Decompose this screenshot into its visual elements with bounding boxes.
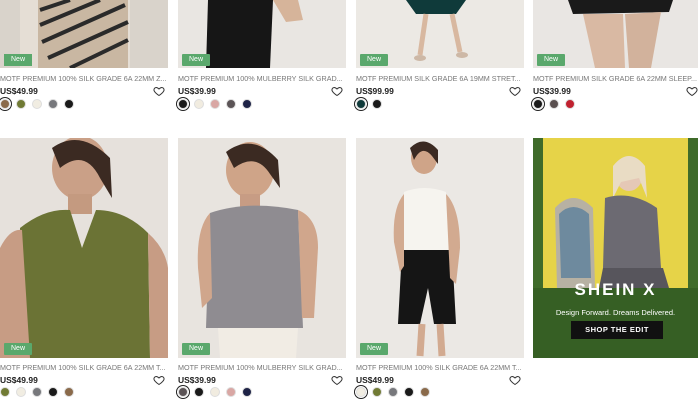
- product-price: US$39.99: [178, 86, 216, 96]
- color-swatch[interactable]: [0, 99, 10, 109]
- product-title[interactable]: MOTF PREMIUM 100% MULBERRY SILK GRAD...: [178, 74, 346, 83]
- product-card[interactable]: New MOTF PREMIUM 100% SILK GRADE 6A 22MM…: [0, 0, 168, 112]
- shop-the-edit-button[interactable]: SHOP THE EDIT: [571, 321, 663, 339]
- heart-icon[interactable]: [153, 374, 165, 386]
- promo-tagline: Design Forward. Dreams Delivered.: [555, 308, 676, 317]
- heart-icon[interactable]: [686, 85, 698, 97]
- color-swatch[interactable]: [404, 387, 414, 397]
- color-swatch[interactable]: [194, 99, 204, 109]
- product-title[interactable]: MOTF PREMIUM 100% MULBERRY SILK GRAD...: [178, 363, 346, 372]
- product-image[interactable]: New: [533, 0, 698, 68]
- new-badge: New: [182, 54, 211, 66]
- product-photo: [393, 141, 460, 357]
- color-swatches: [0, 99, 74, 109]
- color-swatches: [178, 99, 252, 109]
- product-card[interactable]: New MOTF PREMIUM 100% SILK GRADE 6A 22MM…: [356, 138, 524, 400]
- product-photo: [0, 138, 168, 358]
- color-swatch[interactable]: [226, 387, 236, 397]
- heart-icon[interactable]: [331, 85, 343, 97]
- product-image[interactable]: New: [356, 138, 524, 358]
- new-badge: New: [4, 54, 33, 66]
- product-price: US$49.99: [356, 375, 394, 385]
- color-swatch[interactable]: [226, 99, 236, 109]
- color-swatches: [178, 387, 252, 397]
- product-price: US$39.99: [533, 86, 571, 96]
- heart-icon[interactable]: [509, 374, 521, 386]
- new-badge: New: [4, 343, 33, 355]
- product-card[interactable]: New MOTF PREMIUM 100% MULBERRY SILK GRAD…: [178, 138, 346, 400]
- color-swatch[interactable]: [178, 387, 188, 397]
- color-swatch[interactable]: [372, 99, 382, 109]
- new-badge: New: [360, 343, 389, 355]
- color-swatch[interactable]: [194, 387, 204, 397]
- new-badge: New: [360, 54, 389, 66]
- color-swatch[interactable]: [356, 99, 366, 109]
- color-swatches: [356, 387, 430, 397]
- color-swatch[interactable]: [210, 99, 220, 109]
- product-card[interactable]: New MOTF PREMIUM SILK GRADE 6A 22MM SLEE…: [533, 0, 698, 112]
- color-swatch[interactable]: [16, 99, 26, 109]
- product-title[interactable]: MOTF PREMIUM SILK GRADE 6A 22MM SLEEP...: [533, 74, 698, 83]
- color-swatches: [356, 99, 382, 109]
- color-swatch[interactable]: [356, 387, 366, 397]
- product-image[interactable]: New: [356, 0, 524, 68]
- product-image[interactable]: New: [0, 138, 168, 358]
- product-image[interactable]: New: [0, 0, 168, 68]
- product-price: US$49.99: [0, 375, 38, 385]
- product-image[interactable]: New: [178, 138, 346, 358]
- color-swatch[interactable]: [210, 387, 220, 397]
- product-image[interactable]: New: [178, 0, 346, 68]
- color-swatch[interactable]: [533, 99, 543, 109]
- shein-x-promo-banner[interactable]: SHEIN X Design Forward. Dreams Delivered…: [533, 138, 698, 358]
- color-swatch[interactable]: [16, 387, 26, 397]
- color-swatch[interactable]: [178, 99, 188, 109]
- color-swatch[interactable]: [372, 387, 382, 397]
- product-card[interactable]: New MOTF PREMIUM 100% SILK GRADE 6A 22MM…: [0, 138, 168, 400]
- color-swatch[interactable]: [549, 99, 559, 109]
- color-swatch[interactable]: [0, 387, 10, 397]
- color-swatch[interactable]: [48, 387, 58, 397]
- color-swatch[interactable]: [64, 387, 74, 397]
- color-swatch[interactable]: [565, 99, 575, 109]
- product-title[interactable]: MOTF PREMIUM 100% SILK GRADE 6A 22MM T..…: [356, 363, 524, 372]
- product-title[interactable]: MOTF PREMIUM 100% SILK GRADE 6A 22MM Z..…: [0, 74, 168, 83]
- new-badge: New: [537, 54, 566, 66]
- product-price: US$99.99: [356, 86, 394, 96]
- heart-icon[interactable]: [331, 374, 343, 386]
- product-price: US$49.99: [0, 86, 38, 96]
- heart-icon[interactable]: [153, 85, 165, 97]
- shein-x-logo: SHEIN X: [574, 280, 657, 299]
- color-swatch[interactable]: [242, 387, 252, 397]
- color-swatches: [533, 99, 575, 109]
- product-title[interactable]: MOTF PREMIUM 100% SILK GRADE 6A 22MM T..…: [0, 363, 168, 372]
- product-card[interactable]: New MOTF PREMIUM 100% MULBERRY SILK GRAD…: [178, 0, 346, 112]
- product-card[interactable]: New MOTF PREMIUM SILK GRADE 6A 19MM STRE…: [356, 0, 524, 112]
- color-swatch[interactable]: [32, 387, 42, 397]
- product-photo: [197, 142, 318, 358]
- color-swatches: [0, 387, 74, 397]
- color-swatch[interactable]: [48, 99, 58, 109]
- color-swatch[interactable]: [420, 387, 430, 397]
- heart-icon[interactable]: [509, 85, 521, 97]
- product-title[interactable]: MOTF PREMIUM SILK GRADE 6A 19MM STRET...: [356, 74, 524, 83]
- color-swatch[interactable]: [388, 387, 398, 397]
- product-price: US$39.99: [178, 375, 216, 385]
- color-swatch[interactable]: [32, 99, 42, 109]
- color-swatch[interactable]: [242, 99, 252, 109]
- new-badge: New: [182, 343, 211, 355]
- color-swatch[interactable]: [64, 99, 74, 109]
